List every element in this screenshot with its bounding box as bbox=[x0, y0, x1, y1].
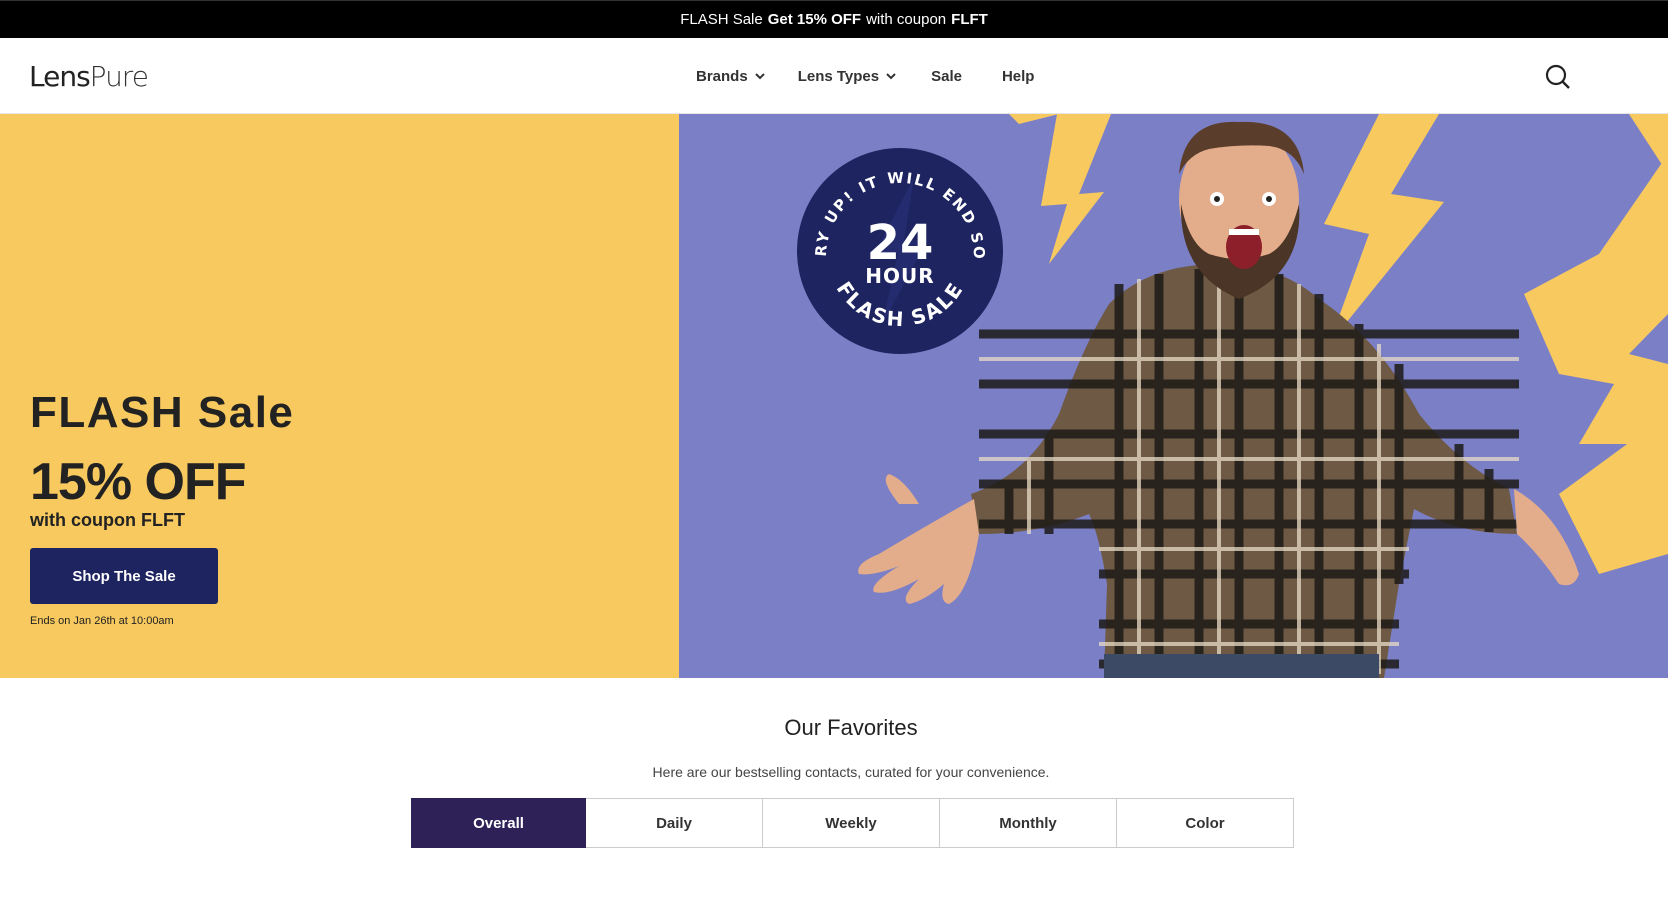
promo-bar: FLASH Sale Get 15% OFF with coupon FLFT bbox=[0, 0, 1668, 38]
nav-lens-types[interactable]: Lens Types bbox=[798, 68, 897, 85]
promo-coupon: FLFT bbox=[951, 11, 988, 28]
chevron-down-icon bbox=[886, 73, 896, 80]
hero-discount: 15% OFF bbox=[30, 453, 246, 511]
person-hand bbox=[858, 499, 979, 604]
main-nav: Brands Lens Types Sale Help bbox=[696, 38, 1034, 114]
favorites-title: Our Favorites bbox=[784, 715, 918, 740]
nav-help-label: Help bbox=[1001, 67, 1035, 85]
nav-lens-types-label: Lens Types bbox=[797, 67, 880, 85]
logo-lens: Lens bbox=[29, 60, 91, 93]
tab-monthly[interactable]: Monthly bbox=[940, 798, 1117, 848]
tab-color[interactable]: Color bbox=[1117, 798, 1294, 848]
lightning-bolt bbox=[1041, 114, 1111, 264]
person-jeans bbox=[1104, 654, 1379, 678]
nav-brands-label: Brands bbox=[696, 67, 748, 85]
tab-weekly[interactable]: Weekly bbox=[763, 798, 940, 848]
nav-sale-label: Sale bbox=[931, 67, 962, 85]
logo-pure: Pure bbox=[89, 60, 149, 93]
hero-coupon-text: with coupon FLFT bbox=[30, 510, 185, 530]
lightning-bolt bbox=[1324, 114, 1444, 344]
lightning-bolt bbox=[1524, 154, 1668, 444]
badge-number: 24 bbox=[867, 215, 934, 271]
logo[interactable]: LensPure bbox=[29, 60, 149, 93]
site-header: LensPure Brands Lens Types Sale Help bbox=[0, 38, 1668, 114]
hero-title: FLASH Sale bbox=[30, 388, 295, 437]
shop-the-sale-button[interactable]: Shop The Sale bbox=[30, 548, 218, 604]
nav-sale[interactable]: Sale bbox=[931, 68, 962, 85]
promo-middle: with coupon bbox=[866, 11, 947, 28]
tab-daily[interactable]: Daily bbox=[586, 798, 763, 848]
chevron-down-icon bbox=[754, 73, 765, 80]
tab-overall[interactable]: Overall bbox=[411, 798, 586, 848]
hero-image: HURRY UP! IT WILL END SOON! 24 HOUR FLAS… bbox=[679, 114, 1668, 678]
flash-sale-badge: HURRY UP! IT WILL END SOON! 24 HOUR FLAS… bbox=[796, 147, 1003, 354]
favorites-subtitle: Here are our bestselling contacts, curat… bbox=[652, 764, 1050, 780]
badge-unit: HOUR bbox=[865, 264, 934, 288]
favorites-tabs: Overall Daily Weekly Monthly Color bbox=[411, 798, 1294, 848]
search-icon[interactable] bbox=[1545, 64, 1571, 90]
sale-end-date: Ends on Jan 26th at 10:00am bbox=[30, 615, 174, 627]
nav-help[interactable]: Help bbox=[1002, 68, 1035, 85]
promo-prefix: FLASH Sale bbox=[680, 11, 763, 28]
nav-brands[interactable]: Brands bbox=[696, 68, 766, 85]
promo-offer: Get 15% OFF bbox=[767, 11, 862, 28]
lightning-bolt bbox=[1009, 114, 1059, 124]
lightning-bolt bbox=[1629, 114, 1668, 174]
